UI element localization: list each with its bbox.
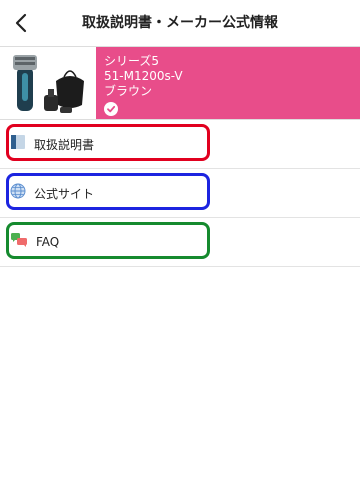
header-bar: 取扱説明書・メーカー公式情報 bbox=[0, 0, 360, 46]
check-icon bbox=[104, 102, 118, 116]
menu-item-faq[interactable]: FAQ bbox=[0, 218, 360, 267]
shaver-image bbox=[13, 55, 84, 113]
product-series: シリーズ5 bbox=[104, 54, 160, 68]
page-title: 取扱説明書・メーカー公式情報 bbox=[82, 15, 278, 31]
product-brand: ブラウン bbox=[104, 84, 153, 98]
menu-item-label: 取扱説明書 bbox=[34, 137, 95, 152]
back-button[interactable] bbox=[6, 7, 38, 39]
product-info: シリーズ5 51-M1200s-V ブラウン bbox=[104, 54, 183, 99]
faq-chat-icon bbox=[10, 232, 28, 252]
globe-icon bbox=[10, 183, 26, 203]
product-card[interactable]: シリーズ5 51-M1200s-V ブラウン bbox=[0, 46, 360, 120]
menu-item-label: 公式サイト bbox=[34, 186, 95, 201]
menu-item-official-site[interactable]: 公式サイト bbox=[0, 169, 360, 218]
product-model: 51-M1200s-V bbox=[104, 69, 183, 83]
chevron-left-icon bbox=[15, 13, 27, 33]
manual-book-icon bbox=[10, 134, 26, 154]
menu-list: 取扱説明書 公式サイト FAQ bbox=[0, 120, 360, 267]
menu-item-manual[interactable]: 取扱説明書 bbox=[0, 120, 360, 169]
product-image bbox=[0, 47, 96, 119]
menu-item-label: FAQ bbox=[36, 235, 60, 249]
